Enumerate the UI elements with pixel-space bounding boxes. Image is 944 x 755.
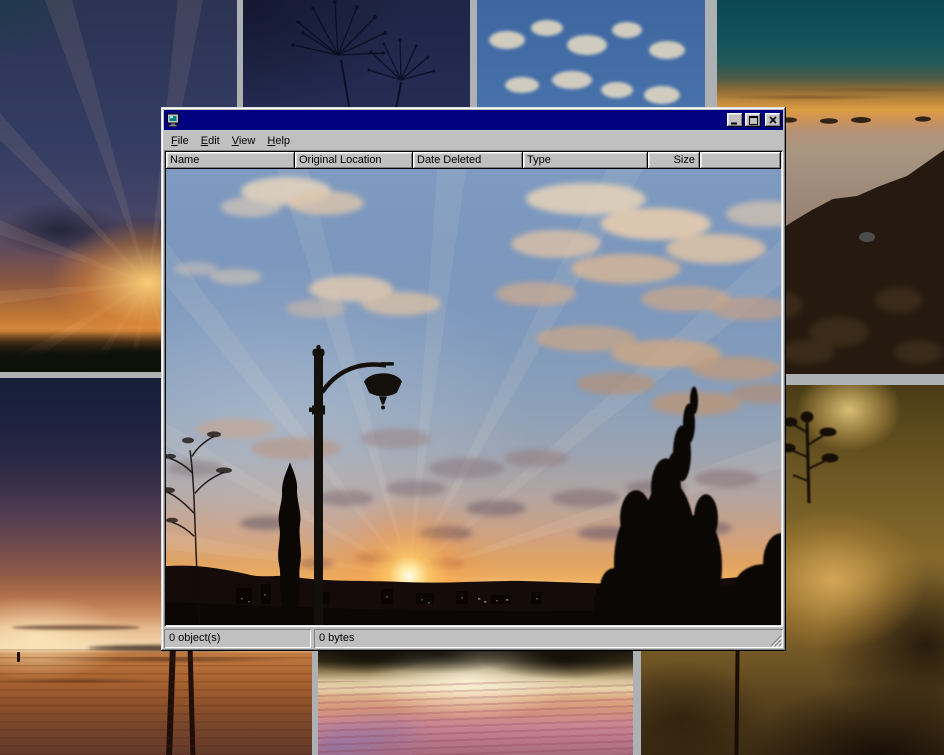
status-size-text: 0 bytes	[319, 632, 354, 644]
maximize-button[interactable]	[745, 113, 761, 127]
blurred-pole	[734, 649, 739, 755]
title-bar[interactable]	[164, 110, 783, 130]
desktop: { "window": { "title": "", "menu": { "it…	[0, 0, 944, 755]
status-bar: 0 object(s) 0 bytes	[164, 629, 783, 648]
menu-edit[interactable]: Edit	[195, 133, 226, 149]
minimize-icon	[731, 116, 740, 125]
column-header-size[interactable]: Size	[648, 152, 700, 169]
list-body-photo[interactable]	[166, 169, 781, 625]
photo-foreground	[166, 169, 781, 625]
computer-icon	[166, 113, 180, 127]
status-object-count: 0 object(s)	[164, 629, 311, 648]
status-size: 0 bytes	[314, 629, 783, 648]
column-header-type[interactable]: Type	[523, 152, 648, 169]
close-button[interactable]	[765, 113, 781, 127]
water-pole	[166, 646, 176, 755]
minimize-button[interactable]	[727, 113, 743, 127]
menu-file[interactable]: File	[165, 133, 195, 149]
horizon-cloud-streak	[12, 625, 140, 630]
column-header-row: Name Original Location Date Deleted Type…	[166, 152, 781, 169]
resize-grip-icon[interactable]	[769, 634, 782, 647]
close-icon	[769, 116, 777, 124]
sapling-foliage	[166, 431, 232, 522]
recycle-bin-window: File Edit View Help Name Original Locati…	[161, 107, 786, 651]
column-header-name[interactable]: Name	[166, 152, 295, 169]
column-header-date-deleted[interactable]: Date Deleted	[413, 152, 523, 169]
list-view: Name Original Location Date Deleted Type…	[164, 150, 783, 627]
cypress-tree	[278, 462, 301, 623]
window-controls	[727, 113, 781, 127]
maximize-icon	[749, 116, 758, 125]
column-header-blank[interactable]	[700, 152, 781, 169]
column-header-original-location[interactable]: Original Location	[295, 152, 413, 169]
menu-help[interactable]: Help	[261, 133, 296, 149]
water-pole	[17, 652, 20, 662]
tree-cluster	[594, 387, 781, 625]
menu-view[interactable]: View	[226, 133, 262, 149]
water-pole	[188, 648, 196, 755]
menu-bar: File Edit View Help	[164, 131, 783, 150]
